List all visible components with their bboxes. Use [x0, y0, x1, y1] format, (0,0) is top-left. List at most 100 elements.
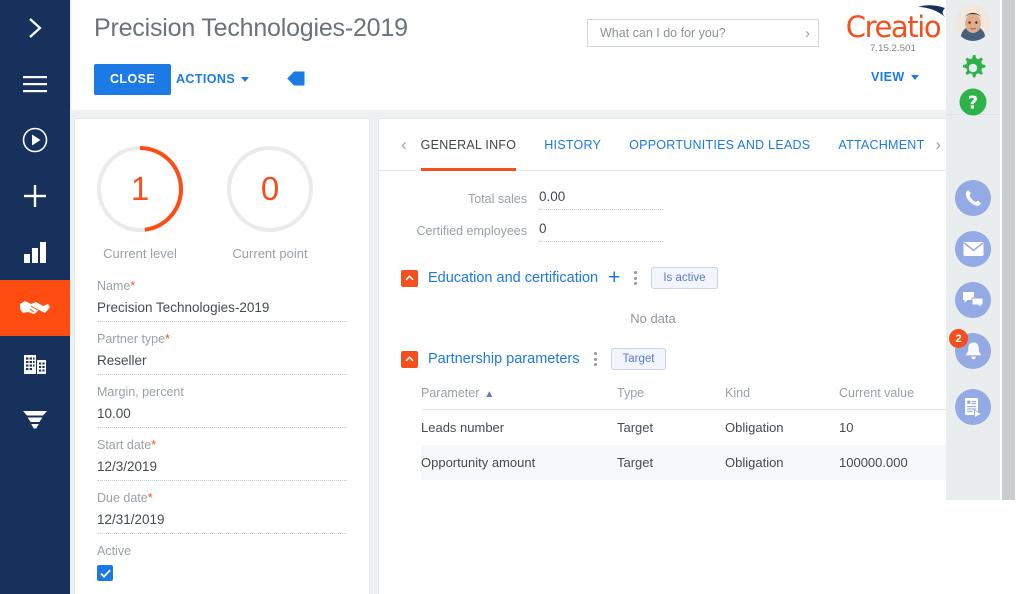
sidebar-item-menu[interactable] [0, 56, 70, 112]
column-header-parameter[interactable]: Parameter ▲ [421, 386, 617, 410]
phone-icon[interactable] [955, 180, 991, 216]
left-nav [0, 0, 70, 594]
sidebar-item-expand[interactable] [0, 0, 70, 56]
sidebar-item-partners[interactable] [0, 280, 70, 336]
page-scrollbar[interactable] [1000, 0, 1016, 500]
required-marker: * [130, 279, 136, 293]
checkmark-icon [99, 569, 111, 578]
close-button[interactable]: CLOSE [94, 64, 172, 95]
tab-history[interactable]: HISTORY [544, 119, 601, 171]
gauge-value: 0 [260, 170, 280, 207]
empty-state-text: No data [630, 311, 676, 326]
field-label: Margin, percent [97, 385, 184, 399]
field-label: Total sales [467, 192, 527, 206]
search-box[interactable]: › [587, 19, 819, 47]
certified-employees-field[interactable]: 0 [539, 221, 663, 242]
tab-opportunities-and-leads[interactable]: OPPORTUNITIES AND LEADS [629, 119, 810, 171]
gauge-value: 1 [130, 170, 150, 207]
brand-version: 7.15.2.501 [870, 43, 916, 54]
label-text: Name [97, 279, 131, 293]
tab-attachments[interactable]: ATTACHMENTS [838, 119, 925, 171]
chevron-right-icon[interactable]: › [801, 26, 810, 41]
cell-parameter: Opportunity amount [421, 445, 617, 480]
rail-bottom-filler [946, 500, 1016, 594]
filter-chip-is-active[interactable]: Is active [651, 267, 718, 289]
cell-kind: Obligation [725, 445, 839, 480]
brand-name: Creatio [843, 5, 945, 42]
start-date-field[interactable]: 12/3/2019 [97, 459, 347, 481]
gauge-ring: 1 [92, 141, 188, 237]
email-button[interactable] [955, 231, 991, 267]
chevron-down-icon [910, 74, 919, 80]
tag-icon[interactable] [286, 70, 306, 92]
actions-menu-button[interactable]: ACTIONS [176, 64, 250, 95]
field-label: Start date* [97, 438, 347, 452]
required-marker: * [147, 491, 153, 505]
sidebar-item-run-process[interactable] [0, 112, 70, 168]
sort-asc-icon: ▲ [484, 389, 495, 400]
label-text: Due date [97, 491, 148, 505]
chevron-up-icon[interactable] [401, 269, 418, 287]
view-label: VIEW [871, 70, 905, 84]
due-date-field[interactable]: 12/31/2019 [97, 512, 347, 534]
table-row[interactable]: Leads number Target Obligation 10 [421, 410, 949, 446]
search-input[interactable] [598, 25, 801, 41]
field-label: Certified employees [416, 224, 527, 238]
total-sales-field[interactable]: 0.00 [539, 189, 663, 210]
chevron-left-icon[interactable]: ‹ [401, 135, 407, 155]
sidebar-item-dashboards[interactable] [0, 224, 70, 280]
notification-badge: 2 [949, 329, 968, 348]
table-row[interactable]: Opportunity amount Target Obligation 100… [421, 445, 949, 480]
cell-kind: Obligation [725, 420, 784, 435]
column-header-kind[interactable]: Kind [725, 386, 839, 410]
sidebar-item-accounts[interactable] [0, 336, 70, 392]
avatar[interactable] [955, 5, 991, 41]
chevron-up-icon[interactable] [401, 350, 418, 368]
column-header-type[interactable]: Type [617, 386, 725, 410]
field-margin-percent: Margin, percent 10.00 [97, 385, 347, 428]
feed-button[interactable] [955, 389, 991, 425]
email-icon[interactable] [955, 231, 991, 267]
section-title[interactable]: Partnership parameters [428, 351, 580, 367]
kebab-menu-icon[interactable] [590, 350, 601, 368]
scrollbar-thumb[interactable] [1002, 0, 1015, 500]
help-icon[interactable]: ? [955, 84, 991, 120]
right-rail: ? 2 [946, 0, 1000, 500]
profile-card: 1 Current level 0 Current point Name* Pr… [74, 118, 370, 594]
field-label: Name* [97, 279, 347, 293]
chat-button[interactable] [955, 282, 991, 318]
sidebar-item-add[interactable] [0, 168, 70, 224]
brand-logo: Creatio 7.15.2.501 [843, 5, 945, 54]
gear-icon[interactable] [955, 50, 991, 86]
tab-bar: ‹ GENERAL INFO HISTORY OPPORTUNITIES AND… [379, 119, 947, 171]
chevron-right-icon[interactable]: › [935, 135, 941, 155]
gauge-label: Current level [103, 246, 177, 261]
required-marker: * [151, 438, 157, 452]
filter-chip-target[interactable]: Target [610, 348, 667, 370]
app-root: Precision Technologies-2019 CLOSE ACTION… [0, 0, 1016, 594]
phone-button[interactable] [955, 180, 991, 216]
name-field[interactable]: Precision Technologies-2019 [97, 300, 347, 322]
section-title[interactable]: Education and certification [428, 270, 598, 286]
feed-icon[interactable] [955, 389, 991, 425]
field-start-date: Start date* 12/3/2019 [97, 438, 347, 481]
partner-type-field[interactable]: Reseller [97, 353, 347, 375]
cell-current-value: 100000.000 [839, 445, 949, 480]
active-checkbox[interactable] [97, 565, 113, 581]
cell-type: Target [617, 420, 654, 435]
cell-type: Target [617, 445, 725, 480]
view-menu-button[interactable]: VIEW [871, 70, 919, 84]
field-active: Active [97, 544, 347, 581]
brand-swoosh-icon [918, 5, 945, 17]
column-header-current-value[interactable]: Current value [839, 386, 949, 410]
section-education-and-certification: Education and certification + Is active [379, 253, 947, 289]
margin-percent-field[interactable]: 10.00 [97, 406, 347, 428]
tab-general-info[interactable]: GENERAL INFO [420, 119, 517, 171]
plus-icon[interactable]: + [608, 267, 620, 288]
kebab-menu-icon[interactable] [630, 269, 641, 287]
general-info-panel: Total sales 0.00 Certified employees 0 E… [379, 171, 949, 480]
sidebar-item-sales-pipeline[interactable] [0, 392, 70, 448]
notifications-icon[interactable]: 2 [949, 329, 991, 369]
gauge-current-level: 1 Current level [75, 141, 205, 261]
chat-icon[interactable] [955, 282, 991, 318]
